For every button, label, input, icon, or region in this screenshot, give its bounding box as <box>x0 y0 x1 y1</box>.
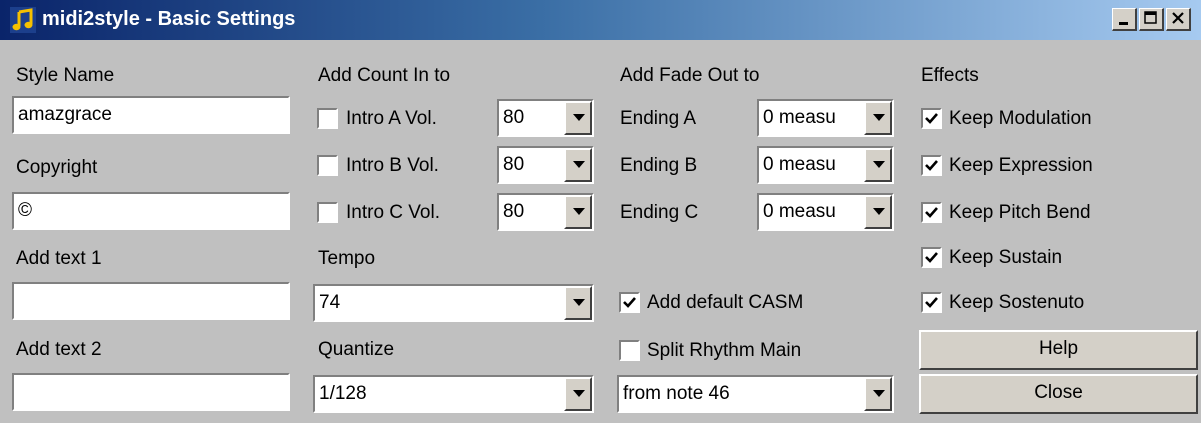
keep-expression-label: Keep Expression <box>949 155 1093 176</box>
split-note-value: from note 46 <box>623 383 730 404</box>
ending-c-select[interactable]: 0 measu <box>757 193 894 231</box>
chevron-down-icon <box>873 390 885 397</box>
intro-c-volume-dropdown[interactable] <box>564 195 592 229</box>
keep-modulation-label: Keep Modulation <box>949 108 1092 129</box>
add-default-casm-checkbox[interactable] <box>619 292 640 313</box>
checkmark-icon <box>623 297 636 308</box>
keep-expression-checkbox[interactable] <box>921 155 942 176</box>
ending-c-label: Ending C <box>620 202 699 223</box>
close-button[interactable]: Close <box>919 374 1198 414</box>
tempo-label: Tempo <box>318 248 376 269</box>
split-note-dropdown[interactable] <box>864 377 892 411</box>
style-name-label: Style Name <box>16 65 115 86</box>
ending-c-value: 0 measu <box>763 201 836 222</box>
ending-a-dropdown[interactable] <box>864 101 892 135</box>
chevron-down-icon <box>573 299 585 306</box>
effects-label: Effects <box>921 65 979 86</box>
close-window-button[interactable] <box>1166 8 1191 31</box>
keep-sostenuto-checkbox[interactable] <box>921 292 942 313</box>
intro-c-volume-select[interactable]: 80 <box>497 193 594 231</box>
split-note-select[interactable]: from note 46 <box>617 375 894 413</box>
ending-a-value: 0 measu <box>763 107 836 128</box>
keep-sustain-label: Keep Sustain <box>949 247 1063 268</box>
tempo-value: 74 <box>319 292 341 313</box>
minimize-icon <box>1119 22 1128 25</box>
checkmark-icon <box>925 207 938 218</box>
add-text-2-label: Add text 2 <box>16 339 102 360</box>
intro-a-checkbox[interactable] <box>317 108 338 129</box>
chevron-down-icon <box>873 208 885 215</box>
title-bar[interactable]: midi2style - Basic Settings <box>0 0 1201 40</box>
ending-c-dropdown[interactable] <box>864 195 892 229</box>
copyright-label: Copyright <box>16 157 98 178</box>
chevron-down-icon <box>873 114 885 121</box>
chevron-down-icon <box>573 161 585 168</box>
intro-b-label: Intro B Vol. <box>346 155 439 176</box>
ending-b-select[interactable]: 0 measu <box>757 146 894 184</box>
copyright-input[interactable]: © <box>12 192 290 230</box>
tempo-dropdown[interactable] <box>564 286 592 320</box>
chevron-down-icon <box>873 161 885 168</box>
quantize-value: 1/128 <box>319 383 367 404</box>
checkmark-icon <box>925 160 938 171</box>
keep-sustain-checkbox[interactable] <box>921 247 942 268</box>
ending-b-dropdown[interactable] <box>864 148 892 182</box>
keep-modulation-checkbox[interactable] <box>921 108 942 129</box>
keep-pitch-bend-checkbox[interactable] <box>921 202 942 223</box>
intro-b-checkbox[interactable] <box>317 155 338 176</box>
maximize-button[interactable] <box>1139 8 1164 31</box>
intro-c-label: Intro C Vol. <box>346 202 440 223</box>
split-rhythm-main-label: Split Rhythm Main <box>647 340 802 361</box>
quantize-select[interactable]: 1/128 <box>313 375 594 413</box>
intro-c-volume-value: 80 <box>503 201 525 222</box>
intro-c-checkbox[interactable] <box>317 202 338 223</box>
style-name-input[interactable]: amazgrace <box>12 96 290 134</box>
add-fade-out-label: Add Fade Out to <box>620 65 760 86</box>
tempo-select[interactable]: 74 <box>313 284 594 322</box>
add-text-2-input[interactable] <box>12 373 290 411</box>
maximize-icon <box>1144 11 1157 24</box>
chevron-down-icon <box>573 208 585 215</box>
chevron-down-icon <box>573 114 585 121</box>
add-text-1-input[interactable] <box>12 282 290 320</box>
checkmark-icon <box>925 297 938 308</box>
intro-b-volume-dropdown[interactable] <box>564 148 592 182</box>
help-button[interactable]: Help <box>919 330 1198 370</box>
intro-a-volume-value: 80 <box>503 107 525 128</box>
checkmark-icon <box>925 252 938 263</box>
quantize-label: Quantize <box>318 339 395 360</box>
keep-sostenuto-label: Keep Sostenuto <box>949 292 1085 313</box>
intro-b-volume-value: 80 <box>503 154 525 175</box>
music-note-icon <box>10 7 36 33</box>
ending-a-select[interactable]: 0 measu <box>757 99 894 137</box>
checkmark-icon <box>925 113 938 124</box>
add-text-1-label: Add text 1 <box>16 248 102 269</box>
add-default-casm-label: Add default CASM <box>647 292 804 313</box>
ending-b-value: 0 measu <box>763 154 836 175</box>
close-icon <box>1172 12 1184 24</box>
keep-pitch-bend-label: Keep Pitch Bend <box>949 202 1091 223</box>
ending-b-label: Ending B <box>620 155 698 176</box>
window-title: midi2style - Basic Settings <box>42 8 296 30</box>
quantize-dropdown[interactable] <box>564 377 592 411</box>
split-rhythm-main-checkbox[interactable] <box>619 340 640 361</box>
intro-b-volume-select[interactable]: 80 <box>497 146 594 184</box>
minimize-button[interactable] <box>1112 8 1137 31</box>
intro-a-volume-select[interactable]: 80 <box>497 99 594 137</box>
intro-a-volume-dropdown[interactable] <box>564 101 592 135</box>
chevron-down-icon <box>573 390 585 397</box>
add-count-in-label: Add Count In to <box>318 65 451 86</box>
ending-a-label: Ending A <box>620 108 697 129</box>
intro-a-label: Intro A Vol. <box>346 108 437 129</box>
